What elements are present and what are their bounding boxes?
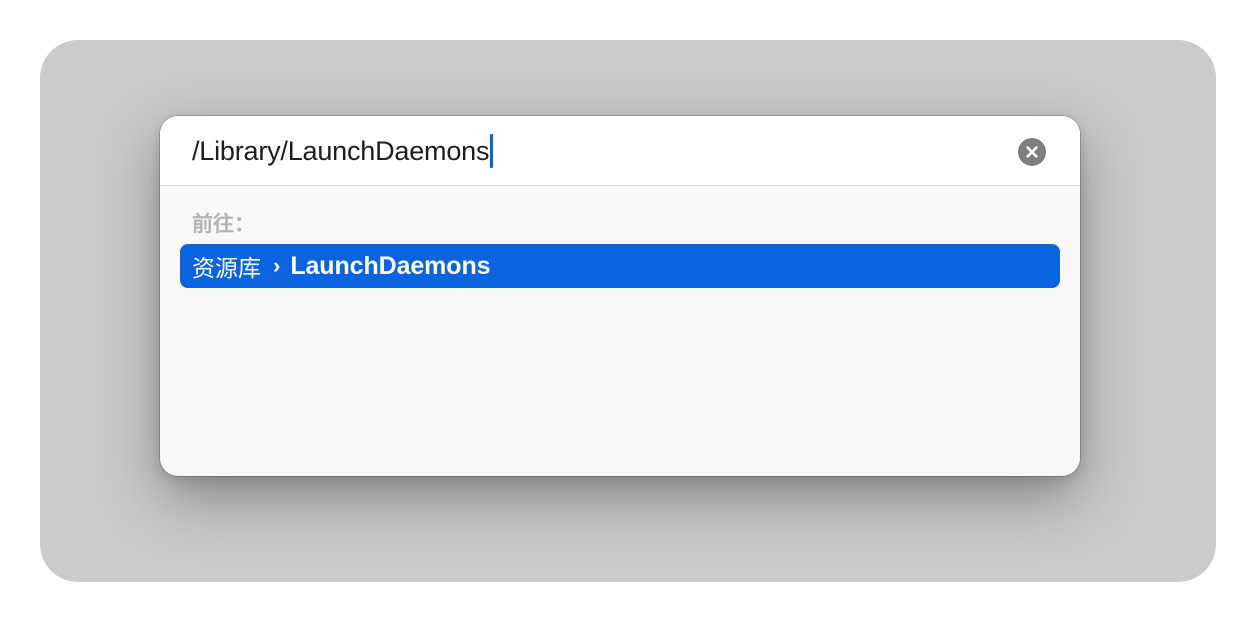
text-caret <box>490 134 494 168</box>
xmark-icon <box>1026 146 1038 158</box>
path-field-container[interactable]: /Library/LaunchDaemons <box>160 116 1080 186</box>
go-to-folder-dialog: /Library/LaunchDaemons 前往： 资源库 › LaunchD… <box>160 116 1080 476</box>
path-input[interactable]: /Library/LaunchDaemons <box>192 132 494 170</box>
breadcrumb-target: LaunchDaemons <box>290 251 491 280</box>
result-item-launchdaemons[interactable]: 资源库 › LaunchDaemons <box>180 244 1060 288</box>
go-to-label: 前往： <box>192 212 255 236</box>
breadcrumb-parent: 资源库 <box>192 256 261 282</box>
path-input-text: /Library/LaunchDaemons <box>192 135 490 166</box>
chevron-right-icon: › <box>273 253 281 278</box>
clear-button[interactable] <box>1018 138 1046 166</box>
